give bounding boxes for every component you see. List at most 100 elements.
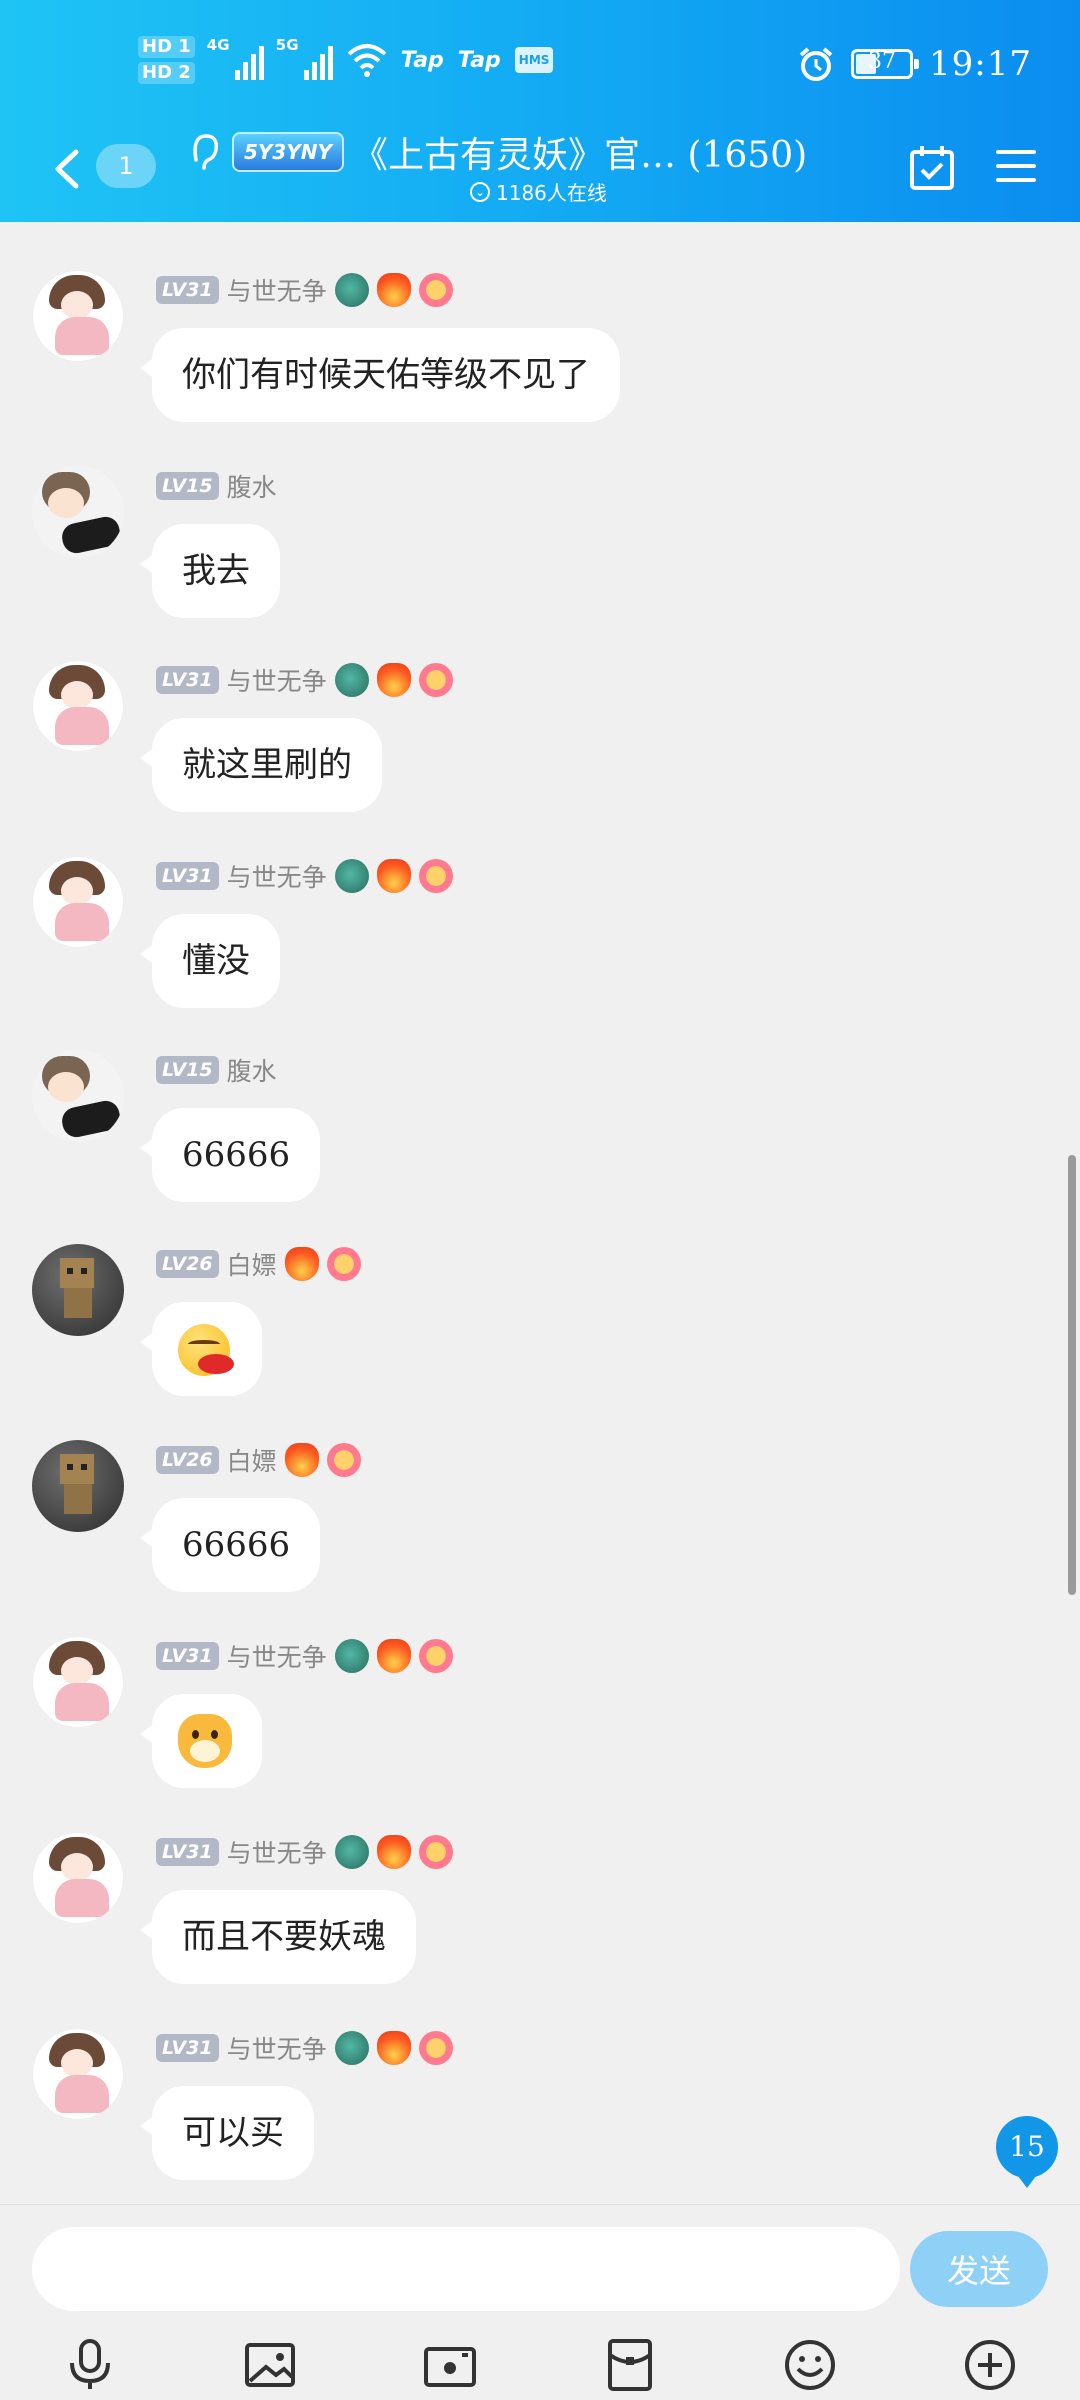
- game-logo: 5Y3YNY: [232, 132, 344, 172]
- fire-icon: [376, 1835, 411, 1869]
- group-title[interactable]: 《上古有灵妖》官… (1650): [352, 126, 807, 178]
- status-bar: HD 1 HD 2 4G 5G Tap Tap HMS 37 19:17: [0, 0, 1080, 130]
- right-status: 37 19:17: [797, 44, 1032, 84]
- level-badge: LV26: [156, 1250, 219, 1278]
- sender-name[interactable]: 腹水: [227, 468, 277, 504]
- wifi-icon: [347, 44, 387, 77]
- message-bubble[interactable]: 66666: [139, 1108, 321, 1202]
- avatar[interactable]: [32, 1050, 124, 1142]
- online-count[interactable]: ⌄ 1186人在线: [470, 177, 607, 206]
- sender-name[interactable]: 白嫖: [227, 1246, 277, 1282]
- signal-4g-icon: 4G: [207, 36, 264, 80]
- avatar[interactable]: [32, 466, 124, 558]
- message-list[interactable]: LV31 与世无争 你们有时候天佑等级不见了 LV15 腹水 我去 LV31 与…: [0, 222, 1080, 2204]
- fire-icon: [376, 2031, 411, 2065]
- chat-header: HD 1 HD 2 4G 5G Tap Tap HMS 37 19:17 1 5…: [0, 0, 1080, 222]
- level-badge: LV31: [156, 862, 219, 890]
- signal-5g-icon: 5G: [276, 36, 333, 80]
- alarm-icon: [799, 47, 833, 81]
- red-packet-icon[interactable]: [602, 2337, 658, 2393]
- sender-name[interactable]: 与世无争: [227, 662, 327, 698]
- message-bubble[interactable]: [140, 1302, 262, 1396]
- scrollbar[interactable]: [1068, 1155, 1076, 1595]
- new-message-count-badge[interactable]: 15: [996, 2116, 1058, 2188]
- fire-icon: [376, 273, 411, 307]
- menu-icon[interactable]: [994, 146, 1038, 186]
- sender-meta: LV31 与世无争: [156, 662, 453, 698]
- message-bubble[interactable]: 可以买: [140, 2086, 314, 2180]
- sender-name[interactable]: 腹水: [227, 1052, 277, 1088]
- avatar[interactable]: [32, 270, 124, 362]
- sender-meta: LV15 腹水: [156, 1054, 277, 1086]
- sender-meta: LV15 腹水: [156, 470, 277, 502]
- sender-meta: LV31 与世无争: [156, 272, 453, 308]
- fire-icon: [376, 859, 411, 893]
- avatar[interactable]: [32, 1636, 124, 1728]
- level-badge: LV31: [156, 2034, 219, 2062]
- dragon-icon: [334, 663, 369, 697]
- taptap-notify-icon: Tap: [457, 47, 501, 73]
- flower-icon: [418, 859, 453, 893]
- nav-bar: 1 5Y3YNY 《上古有灵妖》官… (1650) ⌄ 1186人在线: [0, 122, 1080, 222]
- microphone-icon[interactable]: [62, 2337, 118, 2393]
- avatar[interactable]: [32, 1244, 124, 1336]
- dragon-icon: [334, 1639, 369, 1673]
- taptap-notify-icon: Tap: [400, 47, 444, 73]
- camera-icon[interactable]: [422, 2337, 478, 2393]
- unread-count-badge[interactable]: 1: [96, 144, 156, 188]
- plus-icon[interactable]: [962, 2337, 1018, 2393]
- message-bubble[interactable]: 我去: [140, 524, 280, 618]
- fire-icon: [376, 663, 411, 697]
- avatar[interactable]: [32, 1440, 124, 1532]
- message-bubble[interactable]: 懂没: [140, 914, 280, 1008]
- battery-level: 37: [868, 49, 897, 74]
- flower-icon: [326, 1443, 361, 1477]
- sender-name[interactable]: 与世无争: [227, 2030, 327, 2066]
- message-item: LV15 腹水 我去: [0, 418, 1080, 618]
- avatar[interactable]: [32, 856, 124, 948]
- sender-meta: LV26 白嫖: [156, 1246, 361, 1282]
- avatar[interactable]: [32, 660, 124, 752]
- picture-icon[interactable]: [242, 2337, 298, 2393]
- message-bubble[interactable]: 而且不要妖魂: [140, 1890, 416, 1984]
- sender-name[interactable]: 与世无争: [227, 1638, 327, 1674]
- hd1-label: HD 1: [138, 36, 195, 58]
- calendar-check-icon[interactable]: [908, 144, 956, 192]
- sender-name[interactable]: 与世无争: [227, 858, 327, 894]
- ear-icon[interactable]: [184, 130, 224, 174]
- message-item: LV26 白嫖 66666: [0, 1392, 1080, 1592]
- flower-icon: [418, 663, 453, 697]
- hms-icon: HMS: [514, 47, 554, 73]
- sender-name[interactable]: 与世无争: [227, 272, 327, 308]
- message-bubble[interactable]: 就这里刷的: [140, 718, 382, 812]
- dog-face-emoji: [178, 1714, 232, 1768]
- back-icon[interactable]: [48, 144, 88, 194]
- chevron-down-icon: ⌄: [470, 181, 490, 202]
- sender-meta: LV31 与世无争: [156, 1638, 453, 1674]
- message-bubble[interactable]: [140, 1694, 262, 1788]
- level-badge: LV31: [156, 666, 219, 694]
- sender-name[interactable]: 白嫖: [227, 1442, 277, 1478]
- level-badge: LV31: [156, 1642, 219, 1670]
- message-input[interactable]: [32, 2227, 900, 2311]
- level-badge: LV15: [156, 472, 219, 500]
- sender-meta: LV31 与世无争: [156, 858, 453, 894]
- message-item: LV26 白嫖: [0, 1196, 1080, 1396]
- message-item: LV31 与世无争 可以买: [0, 1980, 1080, 2180]
- sender-name[interactable]: 与世无争: [227, 1834, 327, 1870]
- avatar[interactable]: [32, 2028, 124, 2120]
- emoji-icon[interactable]: [782, 2337, 838, 2393]
- message-bubble[interactable]: 你们有时候天佑等级不见了: [140, 328, 620, 422]
- level-badge: LV31: [156, 276, 219, 304]
- level-badge: LV31: [156, 1838, 219, 1866]
- flower-icon: [418, 273, 453, 307]
- message-item: LV15 腹水 66666: [0, 1002, 1080, 1202]
- sender-meta: LV31 与世无争: [156, 2030, 453, 2066]
- flower-icon: [418, 2031, 453, 2065]
- avatar[interactable]: [32, 1832, 124, 1924]
- net1-label: 4G: [206, 36, 230, 54]
- sender-meta: LV26 白嫖: [156, 1442, 361, 1478]
- message-bubble[interactable]: 66666: [139, 1498, 321, 1592]
- send-button[interactable]: 发送: [910, 2231, 1048, 2307]
- dragon-icon: [334, 859, 369, 893]
